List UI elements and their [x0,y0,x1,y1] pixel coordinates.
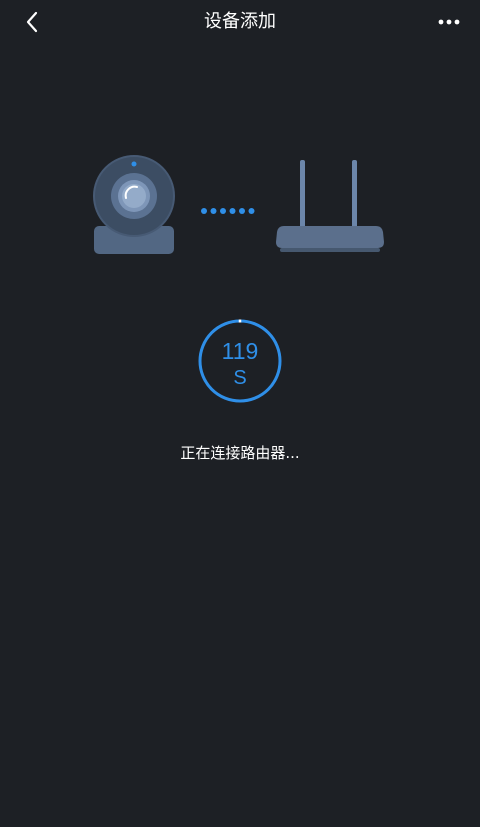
camera-icon [88,150,182,256]
status-text: 正在连接路由器... [180,444,300,462]
more-button[interactable] [436,10,462,34]
countdown-unit: S [233,367,247,389]
countdown-timer: 119 S [197,318,283,404]
connection-illustration [0,150,480,260]
header-bar: 设备添加 [0,0,480,44]
device-add-screen: 设备添加 119 S 正在连接路由器... [0,0,480,827]
countdown-value: 119 [221,338,259,364]
more-horizontal-icon [438,19,460,25]
router-icon [272,156,388,256]
dotted-connection-icon [199,202,257,214]
page-title: 设备添加 [204,11,276,32]
